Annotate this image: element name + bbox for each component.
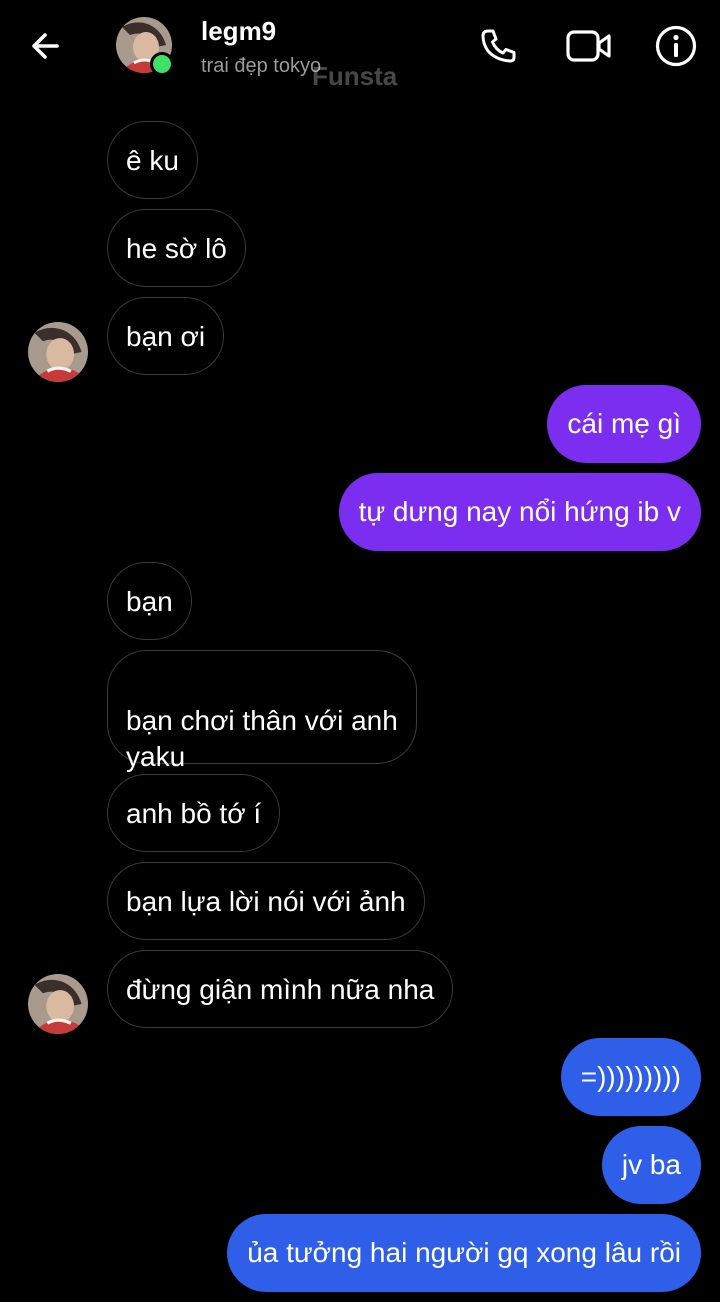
received-message-bubble[interactable]: he sờ lô	[107, 209, 246, 287]
message-text: ủa tưởng hai người gq xong lâu rồi	[247, 1237, 681, 1268]
back-button[interactable]	[26, 26, 66, 66]
message-text: đừng giận mình nữa nha	[126, 974, 435, 1005]
info-button[interactable]	[654, 24, 698, 68]
message-text: cái mẹ gì	[567, 408, 681, 439]
sender-avatar[interactable]	[28, 322, 88, 382]
received-message-bubble[interactable]: đừng giận mình nữa nha	[107, 950, 454, 1028]
received-message-bubble[interactable]: anh bồ tớ í	[107, 774, 281, 852]
sender-avatar[interactable]	[28, 974, 88, 1034]
received-message-bubble[interactable]: bạn chơi thân với anh yaku	[107, 650, 417, 772]
video-camera-icon	[566, 30, 611, 62]
avatar	[28, 322, 88, 382]
watermark: Funsta	[312, 61, 398, 91]
received-message-bubble[interactable]: bạn ơi	[107, 297, 225, 375]
avatar	[28, 974, 88, 1034]
received-message-bubble[interactable]: ê ku	[107, 121, 198, 199]
video-call-button[interactable]	[565, 24, 613, 68]
user-subtitle: trai đẹp tokyo	[201, 55, 322, 77]
message-text: ê ku	[126, 145, 179, 176]
online-status-dot	[150, 52, 174, 76]
chat-header: legm9 trai đẹp tokyo Funsta	[0, 0, 720, 100]
received-message-bubble[interactable]: bạn lựa lời nói với ảnh	[107, 862, 425, 940]
message-text: =)))))))))	[580, 1061, 681, 1092]
message-text: bạn chơi thân với anh yaku	[126, 705, 398, 772]
message-text: jv ba	[621, 1149, 681, 1180]
voice-call-button[interactable]	[476, 24, 520, 68]
sent-message-bubble[interactable]: ủa tưởng hai người gq xong lâu rồi	[227, 1214, 701, 1292]
username[interactable]: legm9	[201, 16, 276, 47]
message-text: bạn lựa lời nói với ảnh	[126, 886, 406, 917]
sent-message-bubble[interactable]: jv ba	[601, 1126, 701, 1204]
sent-message-bubble[interactable]: tự dưng nay nổi hứng ib v	[338, 473, 701, 551]
sent-message-bubble[interactable]: =)))))))))	[560, 1038, 701, 1116]
received-message-bubble[interactable]: bạn	[107, 562, 192, 640]
sent-message-bubble[interactable]: cái mẹ gì	[547, 385, 701, 463]
message-text: bạn	[126, 586, 173, 617]
phone-icon	[481, 29, 516, 63]
message-text: anh bồ tớ í	[126, 798, 262, 829]
info-icon	[655, 25, 697, 67]
message-text: tự dưng nay nổi hứng ib v	[358, 496, 681, 527]
message-text: he sờ lô	[126, 233, 227, 264]
arrow-left-icon	[32, 33, 59, 59]
message-text: bạn ơi	[126, 321, 206, 352]
